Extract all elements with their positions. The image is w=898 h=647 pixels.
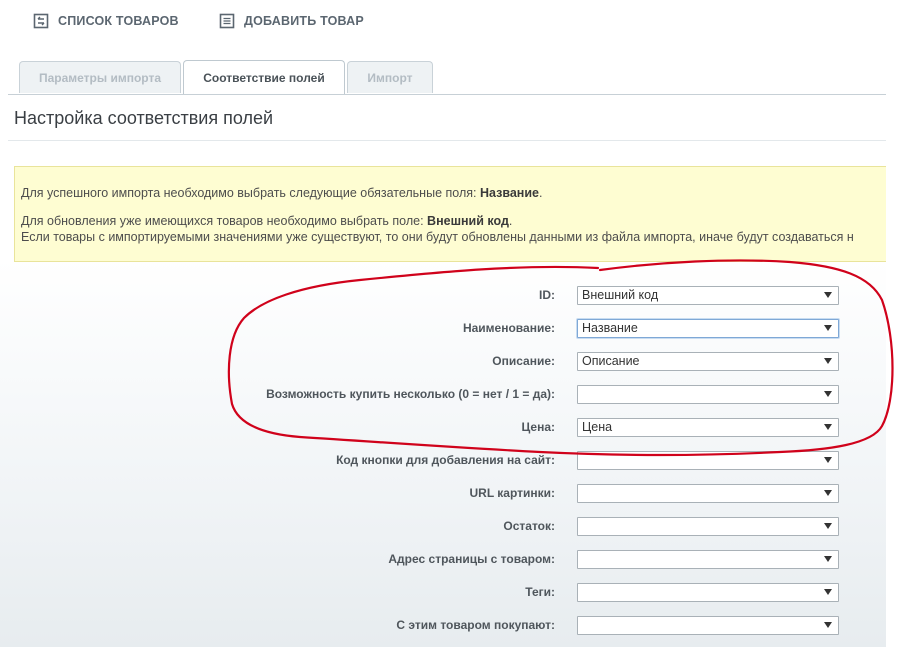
- field-select-stock[interactable]: [577, 517, 839, 536]
- field-label: Адрес страницы с товаром:: [388, 552, 555, 566]
- notice-line-existing: Если товары с импортируемыми значениями …: [21, 230, 854, 244]
- field-row-page-url: Адрес страницы с товаром:: [0, 550, 886, 569]
- dropdown-arrow-icon: [824, 589, 832, 595]
- required-fields-notice: Для успешного импорта необходимо выбрать…: [14, 166, 886, 262]
- add-product-link[interactable]: ДОБАВИТЬ ТОВАР: [219, 13, 364, 29]
- dropdown-arrow-icon: [824, 424, 832, 430]
- field-select-buy-multiple[interactable]: [577, 385, 839, 404]
- field-label: Описание:: [492, 354, 555, 368]
- field-select-button-code[interactable]: [577, 451, 839, 470]
- top-toolbar: СПИСОК ТОВАРОВ ДОБАВИТЬ ТОВАР: [0, 0, 886, 46]
- field-row-buy-multiple: Возможность купить несколько (0 = нет / …: [0, 385, 886, 404]
- field-select-description[interactable]: Описание: [577, 352, 839, 371]
- product-list-link[interactable]: СПИСОК ТОВАРОВ: [33, 13, 179, 29]
- field-row-stock: Остаток:: [0, 517, 886, 536]
- field-select-page-url[interactable]: [577, 550, 839, 569]
- field-select-related[interactable]: [577, 616, 839, 635]
- field-label: Код кнопки для добавления на сайт:: [336, 453, 555, 467]
- field-row-related: С этим товаром покупают:: [0, 616, 886, 635]
- field-row-id: ID: Внешний код: [0, 286, 886, 305]
- add-document-icon: [219, 13, 235, 29]
- dropdown-arrow-icon: [824, 391, 832, 397]
- notice-line-required: Для успешного импорта необходимо выбрать…: [21, 186, 543, 200]
- field-row-button-code: Код кнопки для добавления на сайт:: [0, 451, 886, 470]
- field-label: URL картинки:: [469, 486, 555, 500]
- dropdown-arrow-icon: [824, 292, 832, 298]
- page-edge: [886, 0, 898, 647]
- divider: [8, 140, 886, 141]
- field-select-id[interactable]: Внешний код: [577, 286, 839, 305]
- field-select-tags[interactable]: [577, 583, 839, 602]
- field-label: Цена:: [521, 420, 555, 434]
- field-row-name: Наименование: Название: [0, 319, 886, 338]
- field-row-price: Цена: Цена: [0, 418, 886, 437]
- field-select-name[interactable]: Название: [577, 319, 839, 338]
- field-select-image-url[interactable]: [577, 484, 839, 503]
- field-label: ID:: [539, 288, 555, 302]
- dropdown-arrow-icon: [824, 622, 832, 628]
- dropdown-arrow-icon: [824, 556, 832, 562]
- field-row-tags: Теги:: [0, 583, 886, 602]
- field-label: Теги:: [525, 585, 555, 599]
- notice-line-update: Для обновления уже имеющихся товаров нео…: [21, 214, 513, 228]
- field-label: Наименование:: [462, 321, 555, 335]
- dropdown-arrow-icon: [824, 457, 832, 463]
- product-list-label: СПИСОК ТОВАРОВ: [58, 14, 179, 28]
- page-title: Настройка соответствия полей: [14, 108, 274, 128]
- field-label: Остаток:: [503, 519, 555, 533]
- dropdown-arrow-icon: [824, 358, 832, 364]
- tab-field-mapping[interactable]: Соответствие полей: [183, 60, 345, 94]
- tab-bar: Параметры импорта Соответствие полей Имп…: [8, 60, 886, 95]
- field-row-description: Описание: Описание: [0, 352, 886, 371]
- list-return-icon: [33, 13, 49, 29]
- dropdown-arrow-icon: [824, 490, 832, 496]
- dropdown-arrow-icon: [824, 325, 832, 331]
- field-label: С этим товаром покупают:: [396, 618, 555, 632]
- field-label: Возможность купить несколько (0 = нет / …: [266, 387, 555, 401]
- dropdown-arrow-icon: [824, 523, 832, 529]
- tab-import-params[interactable]: Параметры импорта: [19, 61, 181, 93]
- add-product-label: ДОБАВИТЬ ТОВАР: [244, 14, 364, 28]
- field-row-image-url: URL картинки:: [0, 484, 886, 503]
- field-select-price[interactable]: Цена: [577, 418, 839, 437]
- tab-import[interactable]: Импорт: [347, 61, 433, 93]
